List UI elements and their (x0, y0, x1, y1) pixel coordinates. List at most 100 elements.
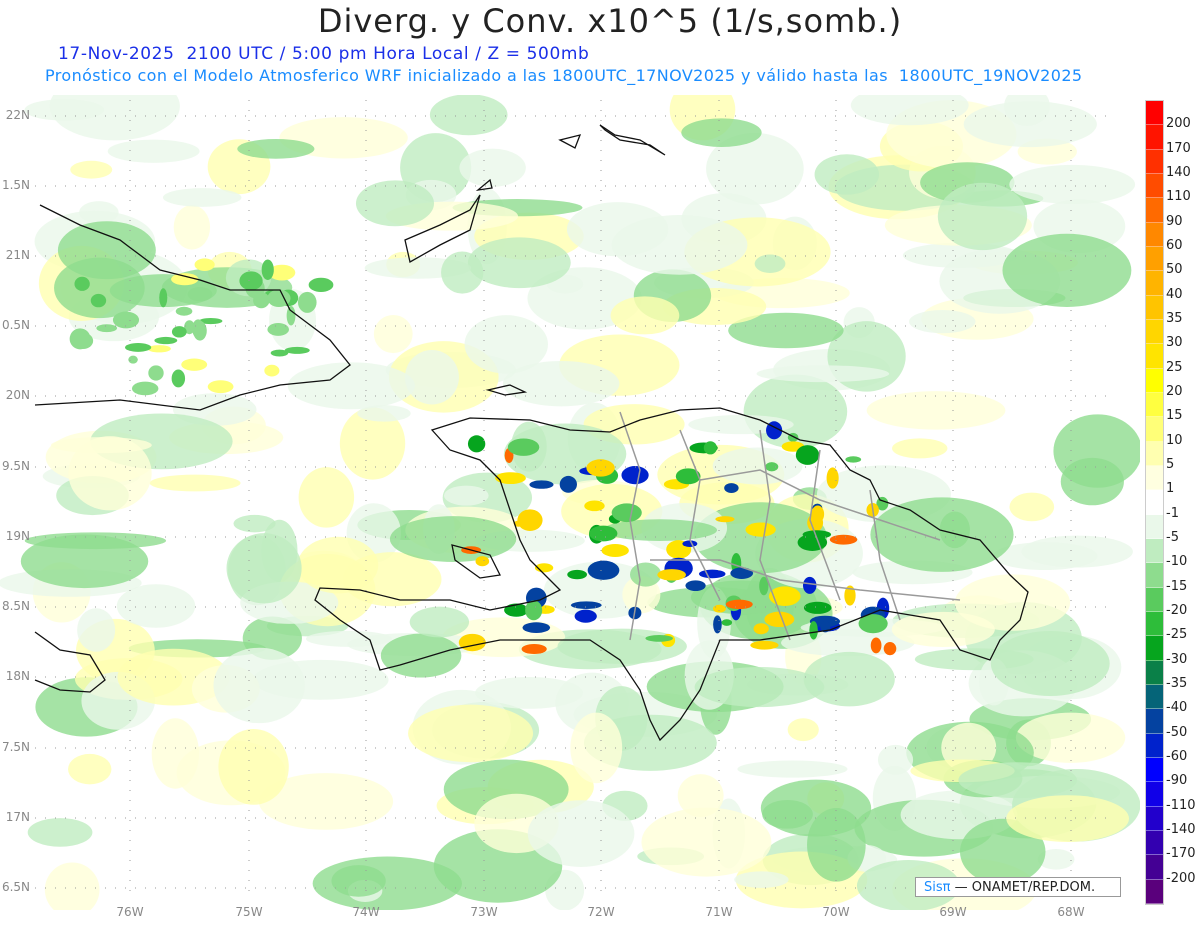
shade-patch (559, 475, 577, 493)
shade-patch (909, 309, 976, 334)
colorbar-swatch (1146, 222, 1163, 247)
colorbar-label: 25 (1166, 359, 1183, 375)
colorbar-label: -5 (1166, 530, 1179, 545)
sispi-logo: Sisπ (924, 880, 951, 895)
shade-patch (194, 258, 215, 272)
shade-patch (814, 154, 880, 195)
shade-patch (1009, 492, 1055, 522)
shade-patch (464, 315, 548, 374)
credit-box: Sisπ — ONAMET/REP.DOM. (915, 877, 1121, 897)
colorbar-swatch (1146, 246, 1163, 272)
shade-patch (870, 497, 1014, 572)
shade-patch (149, 474, 241, 492)
lat-label: 20N (5, 388, 30, 402)
shade-patch (809, 621, 818, 640)
shade-patch (527, 800, 635, 867)
colorbar-swatch (1146, 830, 1163, 856)
colorbar-label: 110 (1166, 189, 1191, 205)
colorbar-label: -170 (1166, 846, 1196, 862)
shade-patch (286, 306, 296, 326)
lat-label: 0.5N (1, 318, 30, 332)
valid-time: 17-Nov-2025 2100 UTC / 5:00 pm Hora Loca… (58, 44, 590, 64)
shade-patch (566, 202, 669, 257)
lon-label: 68W (1057, 905, 1085, 919)
colorbar-swatch (1146, 198, 1163, 223)
map-plot (0, 95, 1140, 910)
colorbar-label: 90 (1166, 213, 1183, 229)
colorbar-label: -10 (1166, 554, 1188, 570)
colorbar-label: 60 (1166, 238, 1183, 253)
lon-label: 73W (470, 905, 498, 919)
lat-label: 1.5N (1, 178, 30, 192)
shade-patch (829, 534, 858, 545)
colorbar-swatch (1146, 465, 1163, 491)
shade-patch (745, 522, 776, 537)
shade-patch (641, 807, 772, 877)
colorbar-swatch (1146, 441, 1163, 466)
colorbar-label: -90 (1166, 773, 1188, 789)
colorbar-swatch (1146, 490, 1163, 515)
colorbar-swatch (1146, 733, 1163, 758)
shade-patch (892, 438, 948, 459)
colorbar-label: -30 (1166, 651, 1188, 667)
shade-patch (287, 362, 415, 410)
shade-patch (173, 205, 211, 250)
shade-patch (522, 622, 551, 633)
shade-patch (237, 139, 315, 159)
colorbar-label: 15 (1166, 408, 1183, 424)
shade-patch (68, 753, 112, 785)
colorbar-swatch (1146, 344, 1163, 369)
shade-patch (811, 505, 825, 523)
shade-patch (601, 543, 629, 557)
shade-patch (1009, 164, 1136, 205)
colorbar (1145, 100, 1164, 905)
shade-patch (409, 606, 470, 638)
colorbar-label: 200 (1166, 116, 1191, 132)
colorbar-label: 40 (1166, 286, 1183, 302)
shade-patch (713, 604, 726, 613)
shade-patch (443, 485, 489, 506)
shade-patch (694, 667, 825, 708)
shade-patch (990, 630, 1110, 697)
lat-label: 9.5N (1, 459, 30, 473)
shade-patch (797, 534, 828, 551)
shade-patch (570, 601, 602, 609)
shade-patch (866, 391, 1006, 430)
colorbar-label: 10 (1166, 432, 1183, 448)
colorbar-label: 35 (1166, 311, 1183, 326)
shade-patch (355, 180, 435, 227)
lon-label: 75W (235, 905, 263, 919)
shade-patch (803, 601, 832, 614)
shade-patch (737, 760, 848, 778)
shade-patch (611, 503, 642, 523)
shade-patch (458, 633, 486, 652)
shade-patch (475, 556, 490, 567)
shade-patch (96, 324, 118, 333)
shade-patch (70, 160, 113, 179)
shade-patch (765, 462, 779, 472)
lon-label: 69W (939, 905, 967, 919)
shade-patch (567, 569, 587, 580)
shade-patch (525, 600, 543, 621)
colorbar-label: -35 (1166, 676, 1188, 691)
shade-patch (495, 472, 526, 485)
lon-label: 76W (116, 905, 144, 919)
shade-patch (253, 292, 270, 309)
colorbar-swatch (1146, 417, 1163, 442)
shade-patch (870, 637, 882, 654)
shade-patch (73, 332, 94, 349)
shade-patch (116, 584, 196, 628)
shade-patch (50, 437, 152, 454)
shade-patch (645, 634, 673, 642)
shade-patch (373, 314, 413, 354)
shade-patch (877, 744, 914, 775)
shade-patch (408, 704, 534, 763)
shade-patch (584, 500, 605, 512)
shade-patch (883, 642, 897, 656)
shade-patch (284, 346, 310, 354)
shade-patch (297, 536, 379, 594)
shade-patch (154, 336, 178, 345)
colorbar-label: 5 (1166, 457, 1175, 472)
shade-patch (264, 364, 280, 377)
shade-patch (175, 306, 193, 316)
